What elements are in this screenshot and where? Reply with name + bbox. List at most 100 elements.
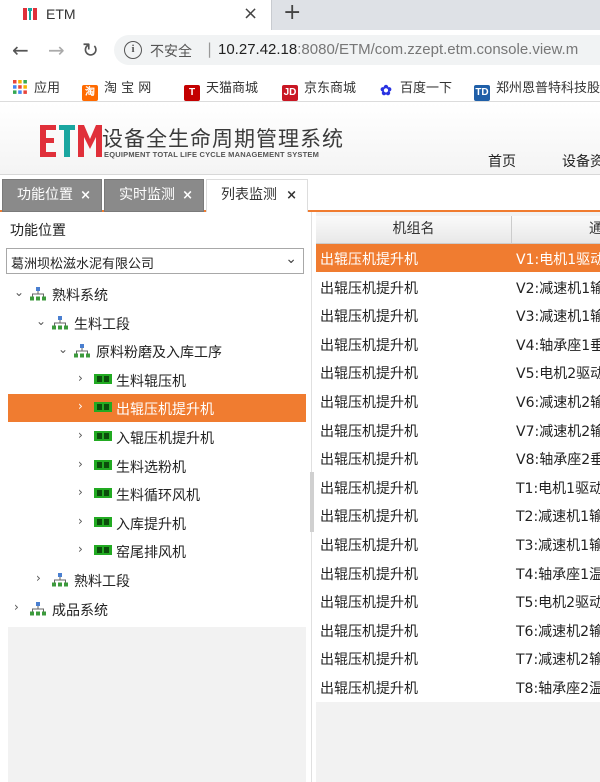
table-row[interactable]: 出辊压机提升机 V7:减速机2输	[316, 416, 600, 444]
tree-node-label: 原料粉磨及入库工序	[96, 345, 222, 362]
bookmark-label: 应用	[34, 81, 61, 96]
tree-node[interactable]: ⌄ 原料粉磨及入库工序	[8, 337, 306, 365]
tab-close-icon[interactable]: ×	[243, 3, 258, 24]
etm-favicon-icon	[23, 8, 37, 20]
tree-node[interactable]: › 生料循环风机	[8, 480, 306, 508]
back-button[interactable]: ←	[12, 38, 29, 62]
bookmark-label: 京东商城	[304, 81, 357, 96]
tree-node[interactable]: › 成品系统	[8, 595, 306, 623]
tab-close-icon[interactable]: ×	[286, 180, 297, 211]
table-row[interactable]: 出辊压机提升机 T3:减速机1输	[316, 530, 600, 558]
cell-unit: 出辊压机提升机	[320, 452, 418, 469]
bookmark-label: 百度一下	[400, 81, 453, 96]
table-row[interactable]: 出辊压机提升机 T8:轴承座2温	[316, 673, 600, 701]
nav-home[interactable]: 首页	[488, 151, 516, 171]
forward-button[interactable]: →	[48, 38, 65, 62]
chevron-right-icon[interactable]: ›	[78, 514, 83, 528]
nav-equipment[interactable]: 设备资	[562, 151, 600, 171]
url-path: :8080/ETM/com.zzept.etm.console.view.m	[297, 41, 579, 58]
chevron-down-icon[interactable]: ⌄	[14, 285, 24, 299]
table-row[interactable]: 出辊压机提升机 V2:减速机1输	[316, 273, 600, 301]
tab-function-location[interactable]: 功能位置 ×	[2, 179, 102, 212]
cell-channel: T8:轴承座2温	[516, 681, 600, 697]
table-row[interactable]: 出辊压机提升机 T5:电机2驱动	[316, 587, 600, 615]
cell-channel: T7:减速机2输	[516, 652, 600, 669]
table-row[interactable]: 出辊压机提升机 V5:电机2驱动	[316, 358, 600, 386]
tab-realtime-monitor[interactable]: 实时监测 ×	[104, 179, 204, 212]
address-bar[interactable]: i 不安全 | 10.27.42.18:8080/ETM/com.zzept.e…	[114, 35, 600, 65]
machine-icon	[94, 545, 112, 556]
company-select[interactable]: 葛洲坝松滋水泥有限公司 ⌄	[6, 248, 304, 274]
info-icon[interactable]: i	[124, 41, 142, 59]
bookmark-baidu[interactable]: ✿ 百度一下	[378, 77, 453, 98]
table-row[interactable]: 出辊压机提升机 T7:减速机2输	[316, 644, 600, 672]
tree-node[interactable]: › 出辊压机提升机	[8, 394, 306, 423]
tab-close-icon[interactable]: ×	[182, 180, 193, 211]
chevron-down-icon[interactable]: ⌄	[58, 342, 68, 356]
bookmark-label: 郑州恩普特科技股	[496, 81, 600, 96]
org-tree-icon	[52, 315, 68, 330]
tree-node[interactable]: › 窑尾排风机	[8, 537, 306, 565]
browser-tab[interactable]: ETM ×	[0, 0, 272, 30]
list-monitor-panel: 机组名 通 出辊压机提升机 V1:电机1驱动 出辊压机提升机 V2:减速机1输 出辊压机…	[316, 212, 600, 782]
machine-icon	[94, 402, 112, 413]
cell-unit: 出辊压机提升机	[320, 681, 418, 697]
new-tab-button[interactable]: +	[283, 0, 301, 25]
bookmark-zzept[interactable]: TD 郑州恩普特科技股	[474, 77, 600, 101]
chevron-right-icon[interactable]: ›	[36, 571, 41, 585]
bookmark-jd[interactable]: JD 京东商城	[282, 77, 357, 101]
bookmark-label: 淘 宝 网	[104, 81, 152, 96]
tree-node[interactable]: › 入辊压机提升机	[8, 423, 306, 451]
tree-node[interactable]: › 入库提升机	[8, 509, 306, 537]
cell-channel: V8:轴承座2垂	[516, 452, 600, 469]
cell-channel: V2:减速机1输	[516, 280, 600, 297]
tab-close-icon[interactable]: ×	[80, 180, 91, 211]
tree-node-label: 入库提升机	[116, 516, 186, 533]
chevron-right-icon[interactable]: ›	[14, 600, 19, 614]
tree-node[interactable]: ⌄ 生料工段	[8, 309, 306, 337]
chevron-right-icon[interactable]: ›	[78, 457, 83, 471]
reload-button[interactable]: ↻	[82, 38, 99, 62]
cell-unit: 出辊压机提升机	[320, 337, 418, 354]
chevron-right-icon[interactable]: ›	[78, 428, 83, 442]
chevron-right-icon[interactable]: ›	[78, 371, 83, 385]
table-row[interactable]: 出辊压机提升机 V6:减速机2输	[316, 387, 600, 415]
column-header-channel[interactable]: 通	[513, 216, 600, 244]
column-header-unit[interactable]: 机组名	[316, 216, 512, 244]
table-row[interactable]: 出辊压机提升机 V3:减速机1输	[316, 301, 600, 329]
tree-node[interactable]: › 熟料工段	[8, 566, 306, 594]
bookmark-taobao[interactable]: 淘淘 宝 网	[82, 77, 152, 101]
chevron-right-icon[interactable]: ›	[78, 485, 83, 499]
table-row[interactable]: 出辊压机提升机 V4:轴承座1垂	[316, 330, 600, 358]
cell-channel: T6:减速机2输	[516, 623, 600, 640]
bookmark-apps[interactable]: 应用	[12, 77, 61, 96]
tree-node[interactable]: › 生料选粉机	[8, 452, 306, 480]
org-tree-icon	[30, 287, 46, 301]
tree-node[interactable]: › 生料辊压机	[8, 366, 306, 394]
tab-list-monitor[interactable]: 列表监测 ×	[206, 179, 308, 212]
taobao-icon: 淘	[82, 85, 98, 101]
table-row[interactable]: 出辊压机提升机 T1:电机1驱动	[316, 473, 600, 501]
browser-tabstrip: ETM × +	[0, 0, 600, 30]
chevron-down-icon[interactable]: ⌄	[285, 251, 297, 267]
tree-node[interactable]: ⌄ 熟料系统	[8, 280, 306, 308]
bookmarks-bar: 应用 淘淘 宝 网 T 天猫商城 JD 京东商城 ✿ 百度一下 TD 郑州恩普特科技股	[0, 70, 600, 102]
chevron-down-icon[interactable]: ⌄	[36, 314, 46, 328]
table-row[interactable]: 出辊压机提升机 T2:减速机1输	[316, 501, 600, 529]
work-tabs: 功能位置 × 实时监测 × 列表监测 ×	[0, 176, 600, 212]
tab-label: 实时监测	[119, 187, 175, 203]
table-row[interactable]: 出辊压机提升机 T4:轴承座1温	[316, 559, 600, 587]
cell-channel: T3:减速机1输	[516, 538, 600, 554]
panel-scrollbar[interactable]	[310, 472, 314, 532]
table-row[interactable]: 出辊压机提升机 V1:电机1驱动	[316, 244, 600, 272]
table-row[interactable]: 出辊压机提升机 V8:轴承座2垂	[316, 444, 600, 472]
cell-channel: V4:轴承座1垂	[516, 337, 600, 354]
tmall-icon: T	[184, 85, 200, 101]
bookmark-tmall[interactable]: T 天猫商城	[184, 77, 258, 101]
cell-unit: 出辊压机提升机	[320, 309, 418, 326]
chevron-right-icon[interactable]: ›	[78, 542, 83, 556]
table-row[interactable]: 出辊压机提升机 T6:减速机2输	[316, 616, 600, 644]
table-body: 出辊压机提升机 V1:电机1驱动 出辊压机提升机 V2:减速机1输 出辊压机提升机 V3:…	[316, 244, 600, 702]
chevron-right-icon[interactable]: ›	[78, 399, 83, 413]
etm-logo	[40, 125, 102, 157]
